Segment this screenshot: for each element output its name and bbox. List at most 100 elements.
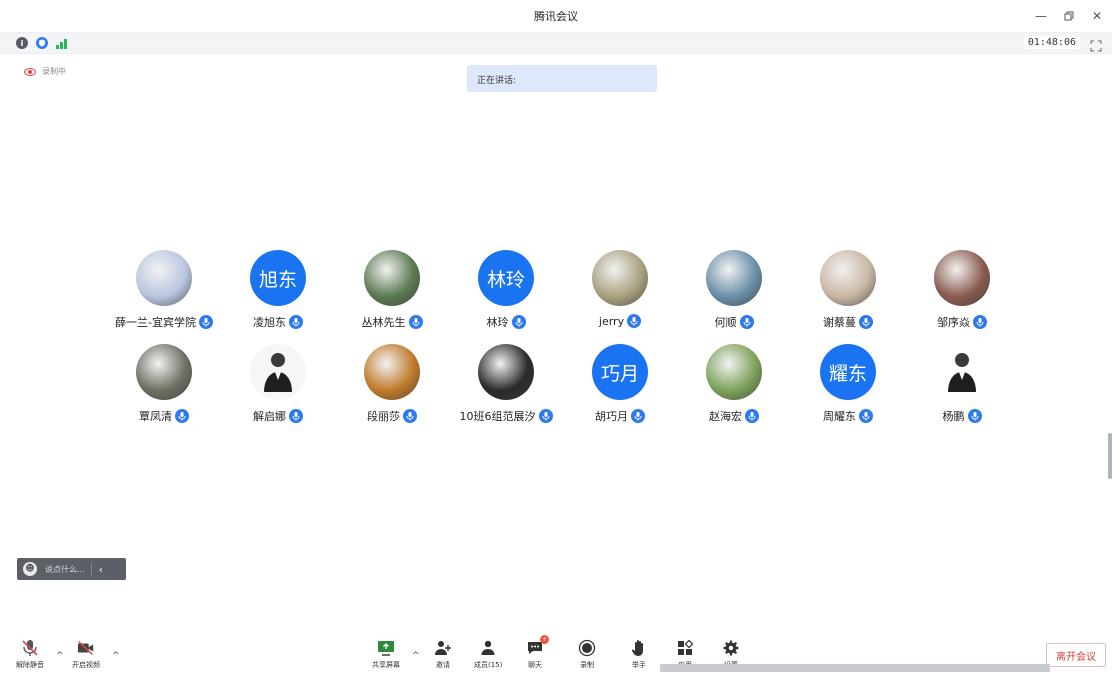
avatar [934,250,990,306]
participant-name-row: 丛林先生 [362,314,423,330]
members-label: 成员(15) [474,661,503,669]
participant-tile[interactable]: 赵海宏 [677,344,791,434]
avatar-figure-icon [258,348,298,396]
raise-hand-button[interactable]: 举手 [630,639,648,670]
participant-tile[interactable]: 杨鹏 [905,344,1019,434]
mic-status-icon [631,409,645,423]
record-button[interactable]: 录制 [578,639,596,670]
participant-tile[interactable]: 段丽莎 [335,344,449,434]
participant-name-row: 胡巧月 [595,408,645,424]
avatar [364,250,420,306]
participant-name-row: 谢蔡蔓 [823,314,873,330]
video-options-chevron-icon[interactable]: ^ [112,651,120,661]
avatar-initials: 林玲 [486,268,525,291]
mic-status-icon [739,315,754,329]
chat-bubble-icon: + [526,635,549,657]
participant-name: 赵海宏 [709,410,742,423]
avatar-initials: 旭东 [258,268,297,291]
minimize-icon[interactable]: — [1034,9,1048,23]
mic-status-icon [627,314,642,328]
chat-quick-input[interactable]: ☻ 说点什么... ‹ [17,558,126,580]
speaking-label: 正在讲话: [477,76,517,86]
window-controls: — ✕ [1034,9,1104,23]
unmute-button[interactable]: 解除静音 [16,639,44,670]
mic-status-icon [289,315,303,329]
title-bar: 腾讯会议 — ✕ [0,0,1112,34]
network-signal-icon[interactable] [56,37,70,49]
participant-name-row: 段丽莎 [367,408,417,424]
participant-name: 段丽莎 [367,410,400,423]
speaking-banner: 正在讲话: [467,65,657,92]
fullscreen-icon[interactable] [1090,37,1102,52]
security-shield-icon[interactable] [36,37,48,49]
participant-tile[interactable]: 薛一兰-宜宾学院 [107,250,221,340]
participant-tile[interactable]: 耀东 周耀东 [791,344,905,434]
avatar-figure-icon [942,348,982,396]
recording-label: 录制中 [42,67,66,76]
participant-name-row: 何顺 [715,314,754,330]
participant-tile[interactable]: 旭东 凌旭东 [221,250,335,340]
participant-name: 解启娜 [253,410,286,423]
participant-name: 薛一兰-宜宾学院 [115,316,196,329]
avatar [136,250,192,306]
participant-tile[interactable]: 丛林先生 [335,250,449,340]
share-screen-label: 共享屏幕 [372,661,400,669]
chat-divider [90,563,92,575]
mic-status-icon [198,315,213,329]
recording-indicator: 录制中 [24,66,66,77]
members-icon [479,639,497,657]
share-screen-icon [377,639,395,657]
chat-placeholder[interactable]: 说点什么... [45,564,85,575]
mic-status-icon [967,409,982,423]
avatar [478,344,534,400]
avatar: 巧月 [592,344,648,400]
mic-status-icon [289,409,303,423]
mic-status-icon [859,409,873,423]
record-label: 录制 [580,661,594,669]
participant-tile[interactable]: 谢蔡蔓 [791,250,905,340]
mic-status-icon [538,409,553,423]
participant-tile[interactable]: 邹序焱 [905,250,1019,340]
share-screen-button[interactable]: 共享屏幕 [372,639,400,670]
participant-tile[interactable]: 覃凤清 [107,344,221,434]
participant-name: 邹序焱 [937,316,970,329]
leave-meeting-button[interactable]: 离开会议 [1046,643,1106,667]
participant-name: 林玲 [486,316,509,329]
record-icon [578,639,596,657]
mic-status-icon [408,315,423,329]
mic-status-icon [403,409,417,423]
participant-tile[interactable]: 林玲 林玲 [449,250,563,340]
video-off-icon [77,639,95,657]
avatar: 旭东 [250,250,306,306]
share-options-chevron-icon[interactable]: ^ [412,651,420,661]
collapse-chevron-icon[interactable]: ‹ [99,563,103,576]
participant-name-row: 10班6组范展汐 [460,408,553,424]
avatar [250,344,306,400]
participant-name-row: 覃凤清 [139,408,189,424]
participant-name: 谢蔡蔓 [823,316,856,329]
participant-tile[interactable]: 10班6组范展汐 [449,344,563,434]
participant-tile[interactable]: jerry [563,250,677,340]
emoji-icon[interactable]: ☻ [23,562,37,576]
invite-user-icon [434,639,452,657]
participant-name: 何顺 [714,316,737,329]
start-video-button[interactable]: 开启视频 [72,639,100,670]
invite-button[interactable]: 邀请 [434,639,452,670]
gear-icon [722,639,740,657]
raise-hand-icon [630,639,648,657]
avatar [364,344,420,400]
close-icon[interactable]: ✕ [1090,9,1104,23]
side-scroll-handle[interactable] [1108,433,1112,479]
info-bar: i 01:48:06 [0,32,1112,54]
audio-options-chevron-icon[interactable]: ^ [56,651,64,661]
avatar: 林玲 [478,250,534,306]
participant-tile[interactable]: 解启娜 [221,344,335,434]
meeting-info-icon[interactable]: i [16,37,28,49]
participant-tile[interactable]: 何顺 [677,250,791,340]
members-button[interactable]: 成员(15) [474,639,502,670]
recording-icon [24,67,36,76]
chat-button[interactable]: + 聊天 [526,635,549,670]
restore-icon[interactable] [1062,9,1076,23]
participant-tile[interactable]: 巧月 胡巧月 [563,344,677,434]
participant-name-row: 邹序焱 [937,314,987,330]
